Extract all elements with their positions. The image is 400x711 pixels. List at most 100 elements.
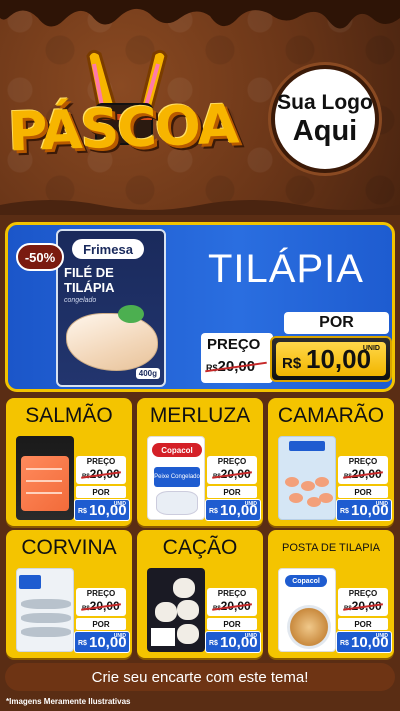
new-price-box: UNID R$ 10,00: [205, 499, 261, 521]
product-card-merluza[interactable]: MERLUZA Copacol Peixe Congelado PREÇO R$…: [137, 398, 263, 526]
logo-placeholder-line2: Aqui: [292, 115, 358, 147]
product-name: CAÇÃO: [162, 536, 238, 559]
package-label: [289, 455, 327, 467]
new-price-box: UNID R$ 10,00: [336, 499, 392, 521]
featured-brand-logo: Frimesa: [72, 239, 144, 259]
corvina-package-image: [16, 568, 74, 652]
package-brand-logo: [19, 575, 41, 589]
cacao-package-image: [147, 568, 205, 652]
featured-package-title: FILÉ DE TILÁPIA: [64, 265, 115, 295]
product-name: CORVINA: [21, 536, 117, 559]
cooked-fish-plate-image: [287, 605, 331, 649]
currency-symbol: R$: [209, 508, 218, 515]
featured-new-price-panel: UNID R$ 10,00: [276, 342, 386, 376]
new-price-value: 10,00: [351, 634, 389, 651]
price-label: PREÇO: [86, 589, 116, 598]
price-label: PREÇO: [217, 589, 247, 598]
chocolate-drip-top: [0, 0, 400, 29]
fillet-marbling: [26, 492, 62, 494]
product-name: MERLUZA: [149, 404, 251, 427]
product-name: CAMARÃO: [277, 404, 385, 427]
merluza-package-image: Copacol Peixe Congelado: [147, 436, 205, 520]
featured-product-name: TILÁPIA: [208, 247, 364, 291]
package-brand-logo: Copacol: [152, 443, 202, 457]
fish-steak-image: [177, 600, 199, 620]
shrimp-image: [289, 493, 303, 503]
fish-image: [21, 599, 71, 609]
currency-symbol: R$: [78, 640, 87, 647]
shrimp-package-image: [278, 436, 336, 520]
product-card-camarao[interactable]: CAMARÃO PREÇO R$20,00 POR UNID R$ 10,00: [268, 398, 394, 526]
featured-old-price-box: PREÇO R$20,00: [201, 333, 273, 383]
product-name: SALMÃO: [25, 404, 113, 427]
package-label: Peixe Congelado: [154, 467, 200, 487]
new-price-value: 10,00: [89, 634, 127, 651]
new-price-box: UNID R$ 10,00: [205, 631, 261, 653]
featured-por-label: POR: [284, 312, 389, 334]
fillet-marbling: [26, 480, 62, 482]
salmon-package-image: [16, 436, 74, 520]
old-price-box: PREÇO R$20,00: [338, 456, 388, 484]
shrimp-image: [285, 477, 299, 487]
shrimp-image: [315, 477, 329, 487]
chocolate-wave-bottom: [0, 200, 400, 215]
fish-steak-image: [177, 624, 199, 644]
new-price-value: 10,00: [220, 634, 258, 651]
new-price-box: UNID R$ 10,00: [74, 499, 130, 521]
por-label: POR: [338, 486, 388, 498]
new-price-value: 10,00: [89, 502, 127, 519]
package-brand-logo: Copacol: [285, 575, 327, 587]
price-label: PREÇO: [217, 457, 247, 466]
por-label: POR: [338, 618, 388, 630]
product-card-posta-de-tilapia[interactable]: POSTA DE TILAPIA Copacol PREÇO R$20,00 P…: [268, 530, 394, 658]
tilapia-steak-package-image: Copacol: [278, 568, 336, 652]
header-banner: PÁSCOA Sua Logo Aqui: [0, 0, 400, 215]
package-weight: 400g: [135, 368, 160, 379]
logo-placeholder-line1: Sua Logo: [277, 91, 373, 114]
product-card-salmao[interactable]: SALMÃO PREÇO R$20,00 POR UNID R$ 10,00: [6, 398, 132, 526]
new-price-value: 10,00: [220, 502, 258, 519]
old-price-box: PREÇO R$20,00: [207, 456, 257, 484]
new-price-value: 10,00: [351, 502, 389, 519]
fish-steak-image: [173, 578, 195, 598]
old-price-box: PREÇO R$20,00: [338, 588, 388, 616]
fish-fillet-image: [66, 313, 158, 371]
featured-offer-card[interactable]: Frimesa FILÉ DE TILÁPIA congelado 400g -…: [5, 222, 395, 392]
package-brand-logo: [289, 441, 325, 451]
por-label: POR: [207, 618, 257, 630]
por-label: POR: [207, 486, 257, 498]
new-price-box: UNID R$ 10,00: [74, 631, 130, 653]
fish-steak-image: [155, 602, 177, 622]
currency-symbol: R$: [340, 508, 349, 515]
garnish-image: [118, 305, 144, 323]
fillet-marbling: [26, 468, 62, 470]
discount-badge: -50%: [16, 243, 64, 271]
por-label: POR: [76, 618, 126, 630]
campaign-title: PÁSCOA: [6, 92, 239, 164]
featured-product-image: Frimesa FILÉ DE TILÁPIA congelado 400g: [56, 229, 166, 387]
shrimp-image: [301, 481, 315, 491]
price-label: PREÇO: [86, 457, 116, 466]
price-label: PREÇO: [348, 457, 378, 466]
por-label: POR: [76, 486, 126, 498]
product-card-cacao[interactable]: CAÇÃO PREÇO R$20,00 POR UNID R$ 10,00: [137, 530, 263, 658]
new-price-box: UNID R$ 10,00: [336, 631, 392, 653]
featured-price-label: PREÇO: [207, 336, 261, 353]
currency-symbol: R$: [282, 355, 302, 372]
old-price-box: PREÇO R$20,00: [76, 588, 126, 616]
images-disclaimer: *Imagens Meramente Ilustrativas: [6, 697, 131, 706]
currency-symbol: R$: [340, 640, 349, 647]
product-card-corvina[interactable]: CORVINA PREÇO R$20,00 POR UNID R$ 10,00: [6, 530, 132, 658]
product-name: POSTA DE TILAPIA: [281, 542, 381, 554]
currency-symbol: R$: [78, 508, 87, 515]
shrimp-image: [319, 493, 333, 503]
old-price-box: PREÇO R$20,00: [76, 456, 126, 484]
fish-image: [21, 627, 71, 637]
logo-placeholder[interactable]: Sua Logo Aqui: [271, 65, 379, 173]
price-label: PREÇO: [348, 589, 378, 598]
featured-new-price-value: 10,00: [306, 344, 372, 374]
old-price-box: PREÇO R$20,00: [207, 588, 257, 616]
currency-symbol: R$: [209, 640, 218, 647]
featured-package-subtitle: congelado: [64, 297, 97, 304]
create-flyer-button[interactable]: Crie seu encarte com este tema!: [5, 663, 395, 691]
